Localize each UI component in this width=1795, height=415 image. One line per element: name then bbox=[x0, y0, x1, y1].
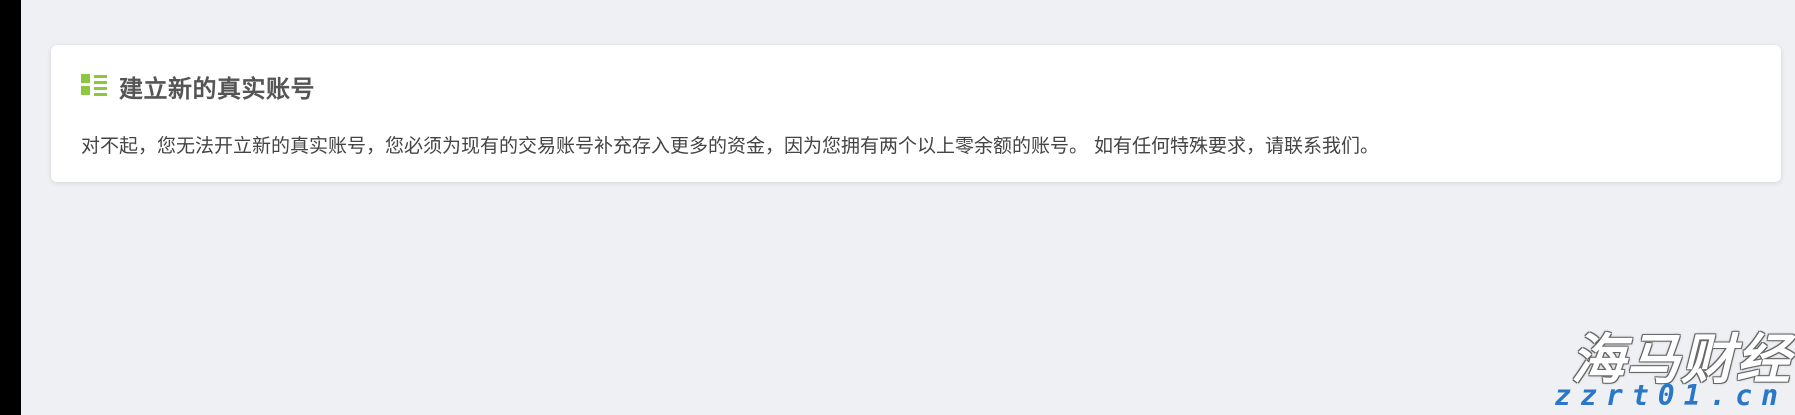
panel-title: 建立新的真实账号 bbox=[119, 75, 315, 103]
panel-message: 对不起，您无法开立新的真实账号，您必须为现有的交易账号补充存入更多的资金，因为您… bbox=[81, 135, 1380, 157]
window-left-edge bbox=[0, 0, 21, 415]
list-icon bbox=[81, 73, 107, 100]
panel-header: 建立新的真实账号 bbox=[81, 69, 315, 104]
watermark: 海马财经 zzrt01.cn bbox=[1545, 315, 1795, 415]
watermark-url: zzrt01.cn bbox=[1554, 379, 1787, 412]
new-real-account-panel: 建立新的真实账号 对不起，您无法开立新的真实账号，您必须为现有的交易账号补充存入… bbox=[51, 45, 1781, 182]
